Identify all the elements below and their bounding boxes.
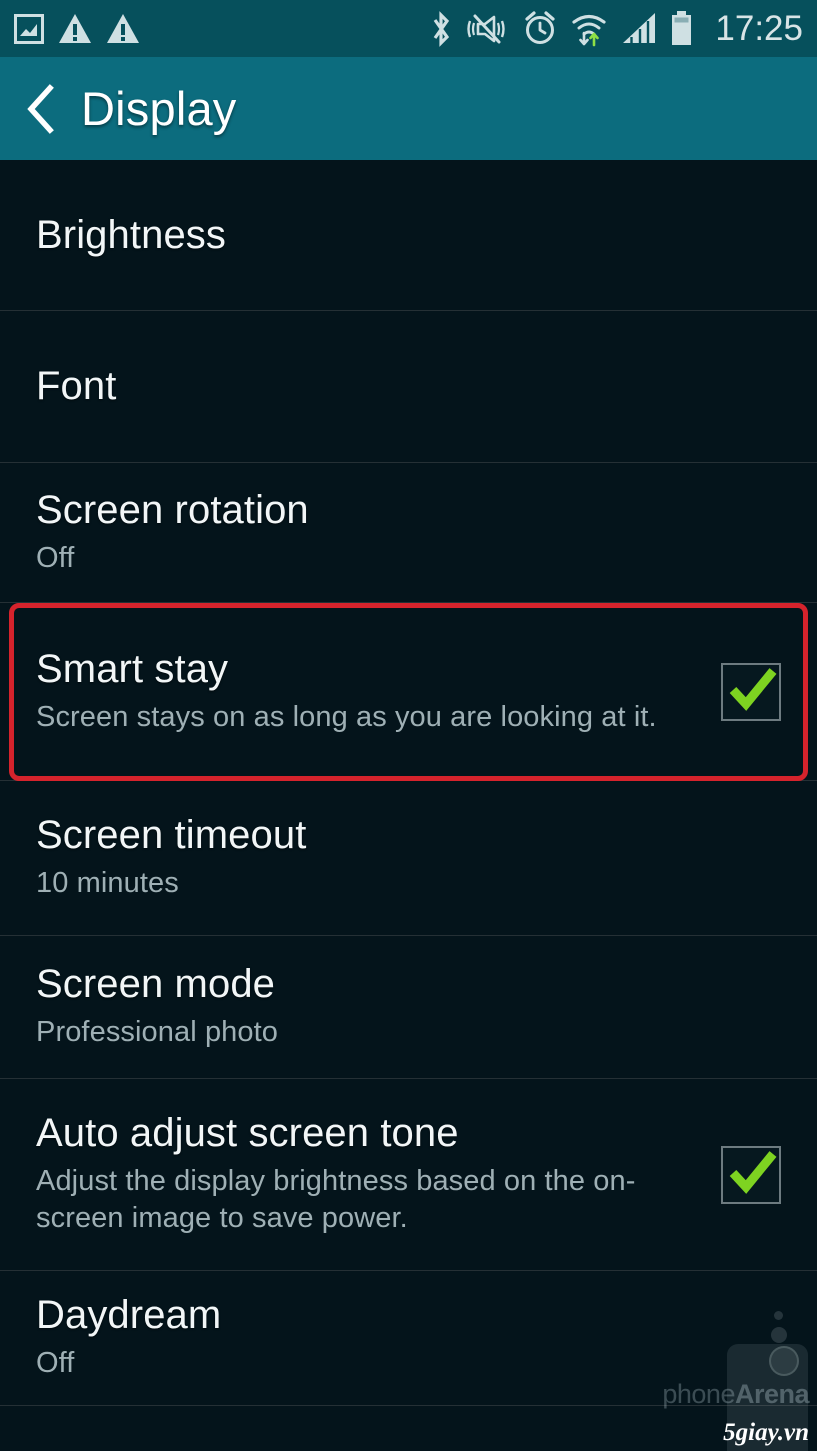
list-item-daydream[interactable]: Daydream Off [0,1271,817,1406]
list-item-subtitle: Professional photo [36,1016,279,1049]
list-item-title: Font [36,364,117,409]
list-item-screen-rotation[interactable]: Screen rotation Off [0,463,817,603]
status-bar-right-icons: 17:25 [429,9,803,48]
list-item-text: Auto adjust screen tone Adjust the displ… [36,1111,721,1238]
screenshot-captured-icon [14,13,44,44]
list-item-text: Smart stay Screen stays on as long as yo… [36,647,721,736]
list-item-text: Daydream Off [36,1293,781,1382]
phone-screen: 17:25 Display Brightness Font Screen rot… [0,0,817,1451]
checkmark-icon [729,1150,777,1194]
battery-icon [672,11,692,45]
list-item-text: Screen rotation Off [36,488,781,577]
alarm-clock-icon [525,11,556,44]
list-item-brightness[interactable]: Brightness [0,160,817,311]
list-item-title: Daydream [36,1293,222,1338]
page-title: Display [81,82,237,135]
list-item-title: Brightness [36,212,226,257]
status-bar: 17:25 [0,0,817,57]
action-bar: Display [0,57,817,160]
smart-stay-checkbox[interactable] [721,662,781,721]
list-item-title: Screen rotation [36,487,309,532]
bluetooth-icon [434,10,450,47]
back-chevron-left-icon[interactable] [24,83,58,134]
list-item-text: Brightness [36,213,781,258]
list-item-subtitle: 10 minutes [36,867,179,900]
status-bar-clock: 17:25 [715,9,803,48]
list-item-auto-adjust-screen-tone[interactable]: Auto adjust screen tone Adjust the displ… [0,1079,817,1271]
list-item-title: Smart stay [36,646,229,691]
list-item-subtitle: Screen stays on as long as you are looki… [36,700,657,733]
list-item-subtitle: Off [36,541,75,574]
list-bottom-spacer [0,1406,817,1451]
list-item-font[interactable]: Font [0,311,817,463]
auto-adjust-screen-tone-checkbox[interactable] [721,1145,781,1204]
list-item-subtitle: Off [36,1347,75,1380]
warning-triangle-icon [59,14,91,43]
wifi-icon [572,14,607,46]
list-item-text: Screen timeout 10 minutes [36,813,781,902]
settings-list[interactable]: Brightness Font Screen rotation Off Smar… [0,160,817,1451]
list-item-text: Font [36,364,781,409]
list-item-title: Screen mode [36,962,276,1007]
list-item-screen-timeout[interactable]: Screen timeout 10 minutes [0,781,817,936]
list-item-smart-stay[interactable]: Smart stay Screen stays on as long as yo… [0,603,817,781]
warning-triangle-icon-2 [107,14,139,43]
list-item-text: Screen mode Professional photo [36,962,781,1051]
list-item-title: Auto adjust screen tone [36,1110,459,1155]
list-item-subtitle: Adjust the display brightness based on t… [36,1164,636,1235]
checkmark-icon [729,667,777,711]
cellular-signal-icon [623,13,656,43]
list-item-screen-mode[interactable]: Screen mode Professional photo [0,936,817,1079]
list-item-title: Screen timeout [36,813,307,858]
mute-vibrate-icon [467,14,506,43]
status-bar-left-icons [14,13,140,45]
